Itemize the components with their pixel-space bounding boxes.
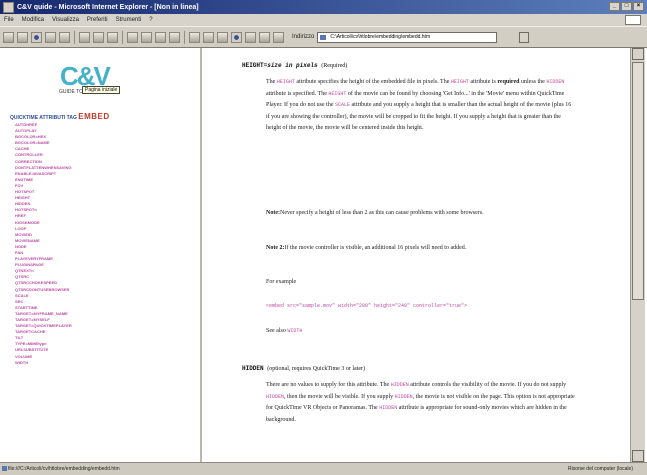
logo-subtitle: GUIDE TO: [59, 89, 83, 95]
menu-edit[interactable]: Modifica: [18, 17, 48, 23]
paste-icon[interactable]: [217, 31, 228, 43]
minimize-button[interactable]: _: [609, 2, 620, 11]
vertical-scrollbar[interactable]: [630, 48, 645, 462]
status-url: file:///C:/Articoli/cv/htlobre/embedding…: [8, 466, 120, 472]
menu-view[interactable]: Visualizza: [48, 17, 83, 23]
menu-help[interactable]: ?: [145, 17, 156, 23]
menu-tools[interactable]: Strumenti: [112, 17, 146, 23]
edit-icon[interactable]: [155, 31, 166, 43]
height-head-param: size in pixels: [267, 62, 318, 69]
forward-icon[interactable]: [17, 31, 28, 43]
windows-logo-icon: [625, 15, 641, 25]
maximize-button[interactable]: □: [621, 2, 632, 11]
attribute-link[interactable]: DONTFLATTENWHENSAVING: [15, 165, 72, 171]
status-zone: Risorse del computer (locale): [567, 466, 633, 472]
quicktime-attributes-heading: QUICKTIME ATTRIBUTI TAG EMBED: [10, 112, 110, 121]
menu-file[interactable]: File: [0, 17, 18, 23]
close-button[interactable]: ×: [633, 2, 644, 11]
left-frame: C&V GUIDE TO Pagina iniziale QUICKTIME A…: [2, 48, 202, 462]
height-head-label: HEIGHT=: [242, 62, 268, 69]
note-1: Note:Never specify a height of less than…: [266, 208, 576, 220]
toolbar-separator: [122, 30, 123, 44]
scroll-up-button[interactable]: [632, 48, 644, 60]
home-tooltip: Pagina iniziale: [82, 86, 121, 94]
height-head-required: (Required): [321, 63, 348, 69]
fullscreen-icon[interactable]: [245, 31, 256, 43]
back-icon[interactable]: [3, 31, 14, 43]
height-description: The HEIGHT attribute specifies the heigh…: [266, 79, 572, 131]
home-icon[interactable]: [59, 31, 70, 43]
toolbar-separator: [184, 30, 185, 44]
note-2: Note 2:If the movie controller is visibl…: [266, 243, 576, 255]
hidden-description: There are no values to supply for this a…: [266, 382, 575, 423]
ie-app-icon: [3, 1, 14, 13]
history-icon[interactable]: [107, 31, 118, 43]
scroll-down-button[interactable]: [632, 450, 644, 462]
browser-content: C&V GUIDE TO Pagina iniziale QUICKTIME A…: [0, 47, 647, 463]
see-also-width-link[interactable]: WIDTH: [287, 328, 302, 334]
title-bar: C&V quide - Microsoft Internet Explorer …: [0, 0, 647, 14]
note-1-text: Never specify a height of less than 2 as…: [280, 210, 484, 216]
note-1-label: Note:: [266, 210, 280, 216]
address-field[interactable]: C:\Articoli\cv\htlobre\embedding\embedd.…: [317, 31, 498, 43]
favorites-icon[interactable]: [93, 31, 104, 43]
height-heading: HEIGHT=size in pixels (Required): [242, 62, 347, 69]
media-icon[interactable]: [231, 31, 242, 43]
note-2-text: If the movie controller is visible, an a…: [284, 245, 467, 251]
copy-icon[interactable]: [203, 31, 214, 43]
page-status-icon: [2, 466, 7, 471]
note-2-label: Note 2:: [266, 245, 285, 251]
example-code: <embed src="sample.mov" width="200" heig…: [266, 301, 596, 313]
see-also: See also WIDTH: [266, 328, 303, 334]
attribute-link-list: AUTOHREF AUTOPLAY BGCOLOR=HEX BGCOLOR=NAME C…: [15, 122, 72, 366]
menu-bar: File Modifica Visualizza Preferiti Strum…: [0, 14, 647, 26]
address-label: Indirizzo: [292, 34, 315, 40]
main-frame: HEIGHT=size in pixels (Required) The HEI…: [202, 48, 630, 462]
example-label: For example: [266, 279, 297, 285]
scroll-thumb[interactable]: [632, 62, 644, 300]
toolbar-separator: [74, 30, 75, 44]
example-code-text: <embed src="sample.mov" width="200" heig…: [266, 303, 468, 309]
menu-favorites[interactable]: Preferiti: [83, 17, 112, 23]
refresh-icon[interactable]: [45, 31, 56, 43]
print-icon[interactable]: [141, 31, 152, 43]
channels-icon[interactable]: [259, 31, 270, 43]
window-title: C&V quide - Microsoft Internet Explorer …: [17, 3, 199, 11]
attribute-link[interactable]: WIDTH: [15, 360, 72, 366]
embed-tag-label: EMBED: [78, 112, 110, 121]
messenger-icon[interactable]: [273, 31, 284, 43]
address-dropdown-button[interactable]: [519, 31, 530, 43]
discuss-icon[interactable]: [169, 31, 180, 43]
stop-icon[interactable]: [31, 31, 42, 43]
window-controls: _ □ ×: [609, 2, 644, 11]
attribute-link[interactable]: QTSRCDONTUSEBROWSER: [15, 287, 72, 293]
cut-icon[interactable]: [189, 31, 200, 43]
status-bar: file:///C:/Articoli/cv/htlobre/embedding…: [0, 462, 647, 475]
hidden-heading: HIDDEN (optional, requires QuickTime 3 o…: [242, 365, 365, 372]
hidden-head-label: HIDDEN: [242, 365, 264, 372]
mail-icon[interactable]: [127, 31, 138, 43]
quick-label: QUICKTIME ATTRIBUTI TAG: [10, 115, 77, 121]
hidden-head-tail: (optional, requires QuickTime 3 or later…: [267, 366, 365, 372]
search-icon[interactable]: [79, 31, 90, 43]
toolbar: Indirizzo C:\Articoli\cv\htlobre\embeddi…: [0, 26, 647, 48]
